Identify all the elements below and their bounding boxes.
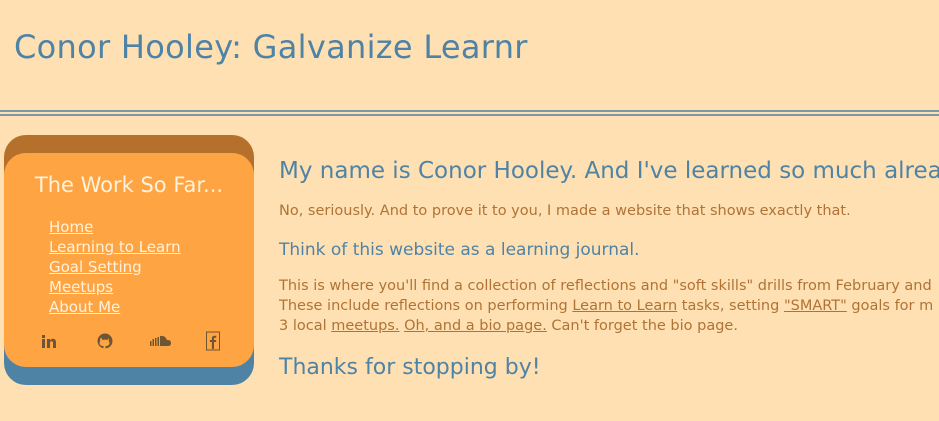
soundcloud-icon[interactable] (149, 331, 173, 351)
intro-paragraph: No, seriously. And to prove it to you, I… (279, 203, 851, 219)
main-content: My name is Conor Hooley. And I've learne… (279, 153, 939, 384)
nav-link-about-me[interactable]: About Me (49, 298, 120, 316)
sidebar-heading: The Work So Far... (34, 173, 224, 197)
line3-text-start: 3 local (279, 318, 332, 334)
line3-text-end: Can't forget the bio page. (546, 318, 738, 334)
facebook-icon[interactable] (206, 331, 220, 351)
sidebar-card: The Work So Far... Home Learning to Lear… (4, 135, 254, 385)
learn-to-learn-link[interactable]: Learn to Learn (572, 298, 677, 314)
nav-link-goal-setting[interactable]: Goal Setting (49, 258, 142, 276)
site-title: Conor Hooley: Galvanize Learnr (14, 28, 528, 66)
sidebar-item-home: Home (49, 217, 181, 237)
meetups-link[interactable]: meetups. (331, 318, 399, 334)
line2-text-end: goals for m (846, 298, 934, 314)
thanks-heading: Thanks for stopping by! (279, 355, 541, 380)
smart-goals-link[interactable]: "SMART" (784, 298, 847, 314)
nav-link-meetups[interactable]: Meetups (49, 278, 113, 296)
line2-text-start: These include reflections on performing (279, 298, 573, 314)
sidebar-item-goal-setting: Goal Setting (49, 257, 181, 277)
linkedin-icon[interactable] (41, 331, 57, 351)
intro-heading: My name is Conor Hooley. And I've learne… (279, 158, 939, 184)
github-icon[interactable] (96, 331, 114, 351)
page: Conor Hooley: Galvanize Learnr The Work … (0, 0, 939, 421)
nav-link-home[interactable]: Home (49, 218, 93, 236)
social-links (41, 331, 221, 351)
description-paragraph: This is where you'll find a collection o… (279, 276, 939, 336)
sidebar-nav: Home Learning to Learn Goal Setting Meet… (49, 217, 181, 317)
description-line-3: 3 local meetups. Oh, and a bio page. Can… (279, 316, 939, 336)
journal-paragraph: Think of this website as a learning jour… (279, 240, 640, 260)
sidebar-item-learning-to-learn: Learning to Learn (49, 237, 181, 257)
description-line-2: These include reflections on performing … (279, 296, 939, 316)
nav-link-learning-to-learn[interactable]: Learning to Learn (49, 238, 181, 256)
header-divider (0, 110, 939, 116)
line2-text-middle: tasks, setting (677, 298, 784, 314)
description-line-1: This is where you'll find a collection o… (279, 278, 932, 294)
sidebar-item-about-me: About Me (49, 297, 181, 317)
bio-page-link[interactable]: Oh, and a bio page. (404, 318, 547, 334)
sidebar-item-meetups: Meetups (49, 277, 181, 297)
sidebar: The Work So Far... Home Learning to Lear… (4, 153, 254, 367)
